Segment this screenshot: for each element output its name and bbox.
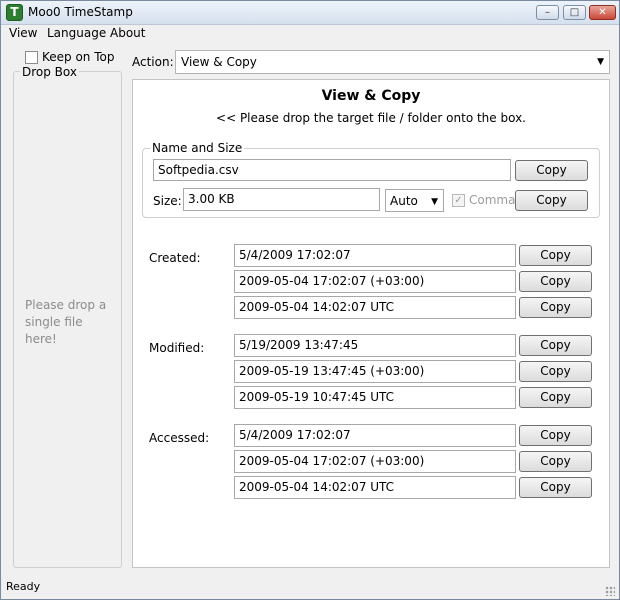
- copy-modified-local-button[interactable]: Copy: [519, 335, 592, 356]
- chevron-down-icon: ▼: [431, 197, 438, 207]
- copy-created-utc-button[interactable]: Copy: [519, 297, 592, 318]
- app-window: T Moo0 TimeStamp – □ ✕ View Language Abo…: [0, 0, 620, 600]
- created-label: Created:: [149, 251, 201, 265]
- status-text: Ready: [6, 580, 41, 593]
- action-select[interactable]: View & Copy ▼: [175, 50, 610, 74]
- name-size-legend: Name and Size: [150, 141, 245, 155]
- copy-size-button[interactable]: Copy: [515, 190, 588, 211]
- comma-checkbox[interactable]: ✓: [452, 193, 465, 207]
- keep-on-top-toggle[interactable]: Keep on Top: [25, 49, 114, 65]
- size-label: Size:: [153, 194, 182, 208]
- minimize-button[interactable]: –: [536, 5, 559, 20]
- drop-hint: Please drop a single file here!: [25, 298, 107, 346]
- panel-subtitle: << Please drop the target file / folder …: [216, 111, 526, 125]
- copy-created-local-button[interactable]: Copy: [519, 245, 592, 266]
- copy-modified-offset-button[interactable]: Copy: [519, 361, 592, 382]
- copy-modified-utc-button[interactable]: Copy: [519, 387, 592, 408]
- comma-toggle[interactable]: ✓ Comma: [452, 193, 515, 207]
- menu-about[interactable]: About: [110, 26, 145, 40]
- keep-on-top-label: Keep on Top: [42, 50, 115, 64]
- created-utc-field[interactable]: 2009-05-04 14:02:07 UTC: [234, 296, 516, 319]
- copy-filename-button[interactable]: Copy: [515, 160, 588, 181]
- modified-label: Modified:: [149, 341, 205, 355]
- close-button[interactable]: ✕: [589, 5, 616, 20]
- minimize-icon: –: [545, 7, 550, 18]
- copy-accessed-local-button[interactable]: Copy: [519, 425, 592, 446]
- title-bar[interactable]: T Moo0 TimeStamp – □ ✕: [1, 1, 619, 25]
- menu-language[interactable]: Language: [47, 26, 106, 40]
- resize-grip-icon[interactable]: [605, 586, 615, 596]
- size-unit-select[interactable]: Auto ▼: [385, 189, 444, 212]
- filename-field[interactable]: Softpedia.csv: [153, 159, 511, 181]
- created-offset-field[interactable]: 2009-05-04 17:02:07 (+03:00): [234, 270, 516, 293]
- modified-local-field[interactable]: 5/19/2009 13:47:45: [234, 334, 516, 357]
- app-icon: T: [6, 4, 23, 21]
- comma-label: Comma: [469, 193, 516, 207]
- size-unit-value: Auto: [390, 194, 418, 208]
- menu-view[interactable]: View: [9, 26, 37, 40]
- accessed-offset-field[interactable]: 2009-05-04 17:02:07 (+03:00): [234, 450, 516, 473]
- maximize-button[interactable]: □: [563, 5, 586, 20]
- size-field[interactable]: 3.00 KB: [183, 188, 380, 211]
- accessed-utc-field[interactable]: 2009-05-04 14:02:07 UTC: [234, 476, 516, 499]
- chevron-down-icon: ▼: [597, 57, 604, 67]
- modified-utc-field[interactable]: 2009-05-19 10:47:45 UTC: [234, 386, 516, 409]
- accessed-label: Accessed:: [149, 431, 210, 445]
- created-local-field[interactable]: 5/4/2009 17:02:07: [234, 244, 516, 267]
- maximize-icon: □: [569, 7, 580, 18]
- copy-accessed-utc-button[interactable]: Copy: [519, 477, 592, 498]
- panel-title: View & Copy: [321, 88, 421, 104]
- modified-offset-field[interactable]: 2009-05-19 13:47:45 (+03:00): [234, 360, 516, 383]
- action-label: Action:: [132, 55, 174, 69]
- drop-box-legend: Drop Box: [20, 65, 79, 79]
- window-title: Moo0 TimeStamp: [28, 5, 133, 19]
- action-select-value: View & Copy: [181, 55, 257, 69]
- close-icon: ✕: [598, 7, 607, 18]
- copy-accessed-offset-button[interactable]: Copy: [519, 451, 592, 472]
- copy-created-offset-button[interactable]: Copy: [519, 271, 592, 292]
- menu-bar: View Language About: [1, 25, 619, 44]
- keep-on-top-checkbox[interactable]: [25, 50, 38, 64]
- accessed-local-field[interactable]: 5/4/2009 17:02:07: [234, 424, 516, 447]
